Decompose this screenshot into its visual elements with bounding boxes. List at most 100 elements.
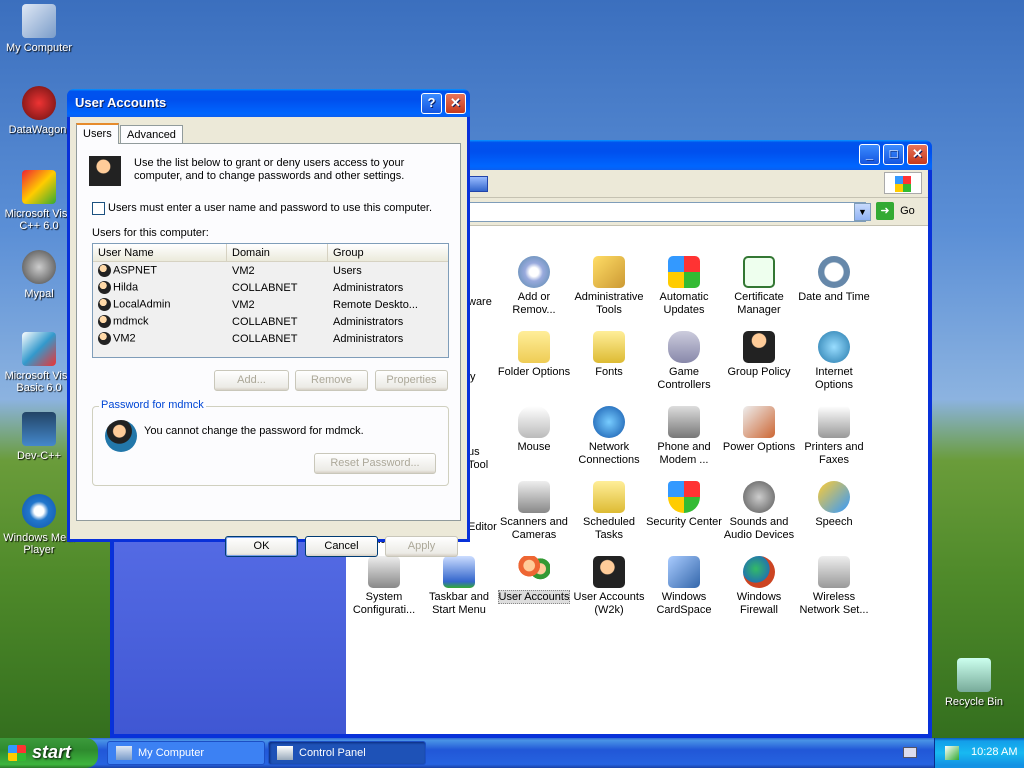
dev-cpp-icon [22, 412, 56, 446]
desktop-icon-recycle-bin[interactable]: Recycle Bin [935, 658, 1013, 708]
visual-cpp-icon [22, 170, 56, 204]
reset-password-button[interactable]: Reset Password... [314, 453, 436, 474]
cp-sounds-audio[interactable]: Sounds and Audio Devices [721, 481, 797, 542]
cancel-button[interactable]: Cancel [305, 536, 378, 557]
mypal-icon [22, 250, 56, 284]
ok-button[interactable]: OK [225, 536, 298, 557]
go-arrow-icon: ➜ [876, 202, 894, 220]
table-row[interactable]: VM2 COLLABNET Administrators [93, 330, 448, 347]
partial-label: y [470, 371, 476, 383]
close-button[interactable]: ✕ [907, 144, 928, 165]
start-button[interactable]: start [0, 738, 98, 768]
table-row[interactable]: Hilda COLLABNET Administrators [93, 279, 448, 296]
desktop-icon-my-computer[interactable]: My Computer [0, 4, 78, 54]
tab-panel: Use the list below to grant or deny user… [76, 143, 461, 521]
minimize-button[interactable]: _ [859, 144, 880, 165]
column-group[interactable]: Group [328, 244, 448, 261]
cp-windows-firewall[interactable]: Windows Firewall [721, 556, 797, 617]
maximize-button[interactable]: □ [883, 144, 904, 165]
cp-scanners-cameras[interactable]: Scanners and Cameras [496, 481, 572, 542]
computer-icon [22, 4, 56, 38]
cp-date-time[interactable]: Date and Time [796, 256, 872, 304]
firewall-icon [743, 556, 775, 588]
folder-icon [518, 331, 550, 363]
shield-icon [668, 481, 700, 513]
cp-add-remove[interactable]: Add or Remov... [496, 256, 572, 317]
cp-certificate-manager[interactable]: Certificate Manager [721, 256, 797, 317]
user-icon [98, 281, 111, 294]
user-accounts-dialog: User Accounts ? ✕ Users Advanced Use the… [67, 89, 470, 557]
cp-windows-cardspace[interactable]: Windows CardSpace [646, 556, 722, 617]
cp-scheduled-tasks[interactable]: Scheduled Tasks [571, 481, 647, 542]
user-icon [98, 264, 111, 277]
cp-taskbar-start-menu[interactable]: Taskbar and Start Menu [421, 556, 497, 617]
cp-internet-options[interactable]: Internet Options [796, 331, 872, 392]
system-config-icon [368, 556, 400, 588]
cp-user-accounts[interactable]: User Accounts [496, 556, 572, 604]
cp-game-controllers[interactable]: Game Controllers [646, 331, 722, 392]
users-icon [518, 556, 550, 588]
keyboard-icon[interactable] [903, 747, 917, 758]
cp-power-options[interactable]: Power Options [721, 406, 797, 454]
column-user-name[interactable]: User Name [93, 244, 227, 261]
scheduled-tasks-icon [593, 481, 625, 513]
require-password-checkbox[interactable] [92, 202, 105, 215]
dialog-body: Users Advanced Use the list below to gra… [70, 117, 467, 557]
cp-security-center[interactable]: Security Center [646, 481, 722, 529]
datawagon-icon [22, 86, 56, 120]
computer-icon [116, 746, 132, 760]
help-button[interactable]: ? [421, 93, 442, 114]
cp-administrative-tools[interactable]: Administrative Tools [571, 256, 647, 317]
speech-icon [818, 481, 850, 513]
user-icon [98, 315, 111, 328]
speaker-icon [743, 481, 775, 513]
cp-system-configuration[interactable]: System Configurati... [346, 556, 422, 617]
taskbar-item-my-computer[interactable]: My Computer [107, 741, 265, 765]
printer-icon [818, 406, 850, 438]
column-domain[interactable]: Domain [227, 244, 328, 261]
cp-speech[interactable]: Speech [796, 481, 872, 529]
require-password-label[interactable]: Users must enter a user name and passwor… [108, 202, 432, 214]
cp-mouse[interactable]: Mouse [496, 406, 572, 454]
group-policy-icon [743, 331, 775, 363]
apply-button[interactable]: Apply [385, 536, 458, 557]
media-player-icon [22, 494, 56, 528]
network-tray-icon[interactable] [945, 746, 959, 760]
windows-update-icon [668, 256, 700, 288]
cp-printers-faxes[interactable]: Printers and Faxes [796, 406, 872, 467]
scanner-icon [518, 481, 550, 513]
remove-user-button[interactable]: Remove [295, 370, 368, 391]
cp-folder-options[interactable]: Folder Options [496, 331, 572, 379]
go-button[interactable]: ➜ Go [876, 202, 926, 222]
dialog-titlebar[interactable]: User Accounts ? ✕ [67, 89, 470, 117]
add-user-button[interactable]: Add... [214, 370, 289, 391]
globe-icon [818, 331, 850, 363]
taskbar-item-control-panel[interactable]: Control Panel [268, 741, 426, 765]
cp-phone-modem[interactable]: Phone and Modem ... [646, 406, 722, 467]
tab-advanced[interactable]: Advanced [120, 125, 183, 144]
cp-network-connections[interactable]: Network Connections [571, 406, 647, 467]
recycle-bin-icon [957, 658, 991, 692]
dialog-close-button[interactable]: ✕ [445, 93, 466, 114]
cp-wireless-network[interactable]: Wireless Network Set... [796, 556, 872, 617]
admin-tools-icon [593, 256, 625, 288]
table-row[interactable]: mdmck COLLABNET Administrators [93, 313, 448, 330]
certificate-icon [743, 256, 775, 288]
dialog-title: User Accounts [75, 95, 167, 110]
table-row[interactable]: LocalAdmin VM2 Remote Deskto... [93, 296, 448, 313]
tab-users[interactable]: Users [76, 123, 119, 144]
properties-button[interactable]: Properties [375, 370, 448, 391]
cp-fonts[interactable]: Fonts [571, 331, 647, 379]
table-row[interactable]: ASPNET VM2 Users [93, 262, 448, 279]
cp-group-policy[interactable]: Group Policy [721, 331, 797, 379]
clock[interactable]: 10:28 AM [971, 746, 1017, 758]
partial-label: Editor [468, 521, 497, 533]
partial-label: ware [468, 296, 492, 308]
windows-flag-icon [8, 745, 26, 761]
cp-automatic-updates[interactable]: Automatic Updates [646, 256, 722, 317]
chevron-down-icon[interactable]: ▼ [854, 203, 871, 221]
cp-user-accounts-w2k[interactable]: User Accounts (W2k) [571, 556, 647, 617]
users-list[interactable]: User Name Domain Group ASPNET VM2 Users Hi… [92, 243, 449, 358]
user-globe-icon [105, 420, 137, 452]
gamepad-icon [668, 331, 700, 363]
